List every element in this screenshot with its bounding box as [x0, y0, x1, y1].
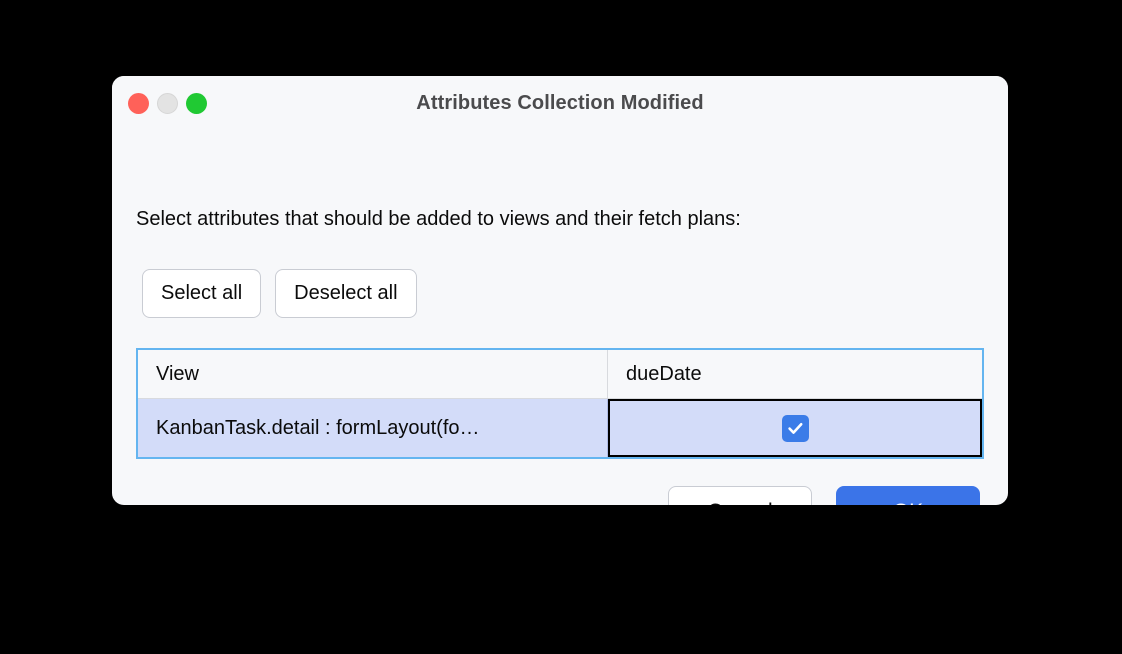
duedate-checkbox[interactable]: [781, 414, 809, 442]
cell-duedate[interactable]: [608, 399, 982, 457]
instruction-text: Select attributes that should be added t…: [136, 208, 741, 230]
select-all-button[interactable]: Select all: [142, 269, 262, 318]
column-header-view[interactable]: View: [138, 350, 608, 398]
table-header-row: View dueDate: [138, 350, 982, 399]
ok-button[interactable]: OK: [836, 486, 980, 505]
deselect-all-button[interactable]: Deselect all: [275, 269, 417, 318]
views-table[interactable]: View dueDate KanbanTask.detail : formLay…: [136, 348, 984, 459]
cell-view[interactable]: KanbanTask.detail : formLayout(fo…: [138, 399, 608, 457]
selection-toolbar: Select all Deselect all: [142, 269, 417, 318]
dialog-window: Attributes Collection Modified Select at…: [112, 76, 1008, 505]
dialog-footer: Cancel OK: [668, 486, 980, 505]
title-bar[interactable]: Attributes Collection Modified: [112, 76, 1008, 132]
column-header-duedate[interactable]: dueDate: [608, 350, 982, 398]
cancel-button[interactable]: Cancel: [668, 486, 812, 505]
window-title: Attributes Collection Modified: [416, 92, 704, 114]
table-row[interactable]: KanbanTask.detail : formLayout(fo…: [138, 399, 982, 457]
